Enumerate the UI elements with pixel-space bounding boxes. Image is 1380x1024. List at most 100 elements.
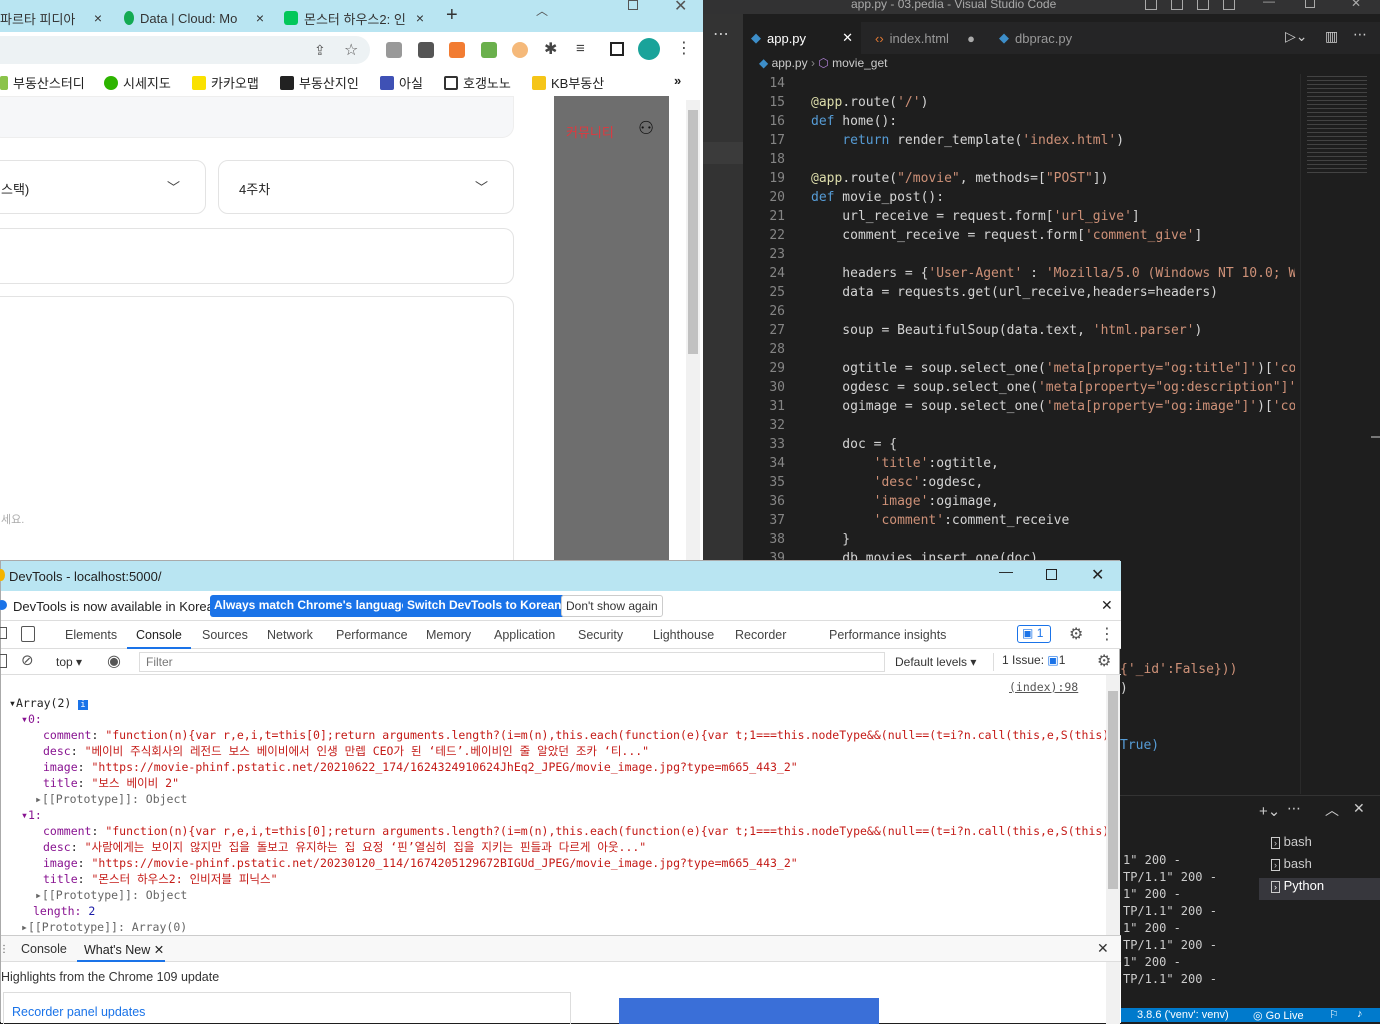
- minimap-slider[interactable]: [1371, 436, 1380, 438]
- tab-performance[interactable]: Performance: [336, 628, 408, 642]
- inspect-element-icon[interactable]: [0, 627, 7, 639]
- prototype-expander[interactable]: ▸[[Prototype]]: Object: [35, 887, 187, 903]
- bookmark-item[interactable]: 카카오맵: [192, 73, 259, 92]
- run-icon[interactable]: ▷⌄: [1285, 28, 1308, 45]
- drawer-tab-whats-new[interactable]: What's New ✕: [84, 942, 164, 957]
- tab-spartapedia[interactable]: 파르타 피디아 ×: [0, 4, 108, 32]
- close-drawer-icon[interactable]: ✕: [1097, 940, 1109, 957]
- code-line[interactable]: 25 data = requests.get(url_receive,heade…: [743, 283, 1295, 302]
- title-input[interactable]: [0, 228, 514, 284]
- more-options-icon[interactable]: ⋮: [1099, 624, 1115, 644]
- clear-console-icon[interactable]: ⊘: [21, 651, 34, 669]
- close-window-icon[interactable]: ✕: [1091, 565, 1104, 585]
- console-filter-input[interactable]: Filter: [139, 652, 885, 672]
- profile-avatar[interactable]: [638, 38, 660, 60]
- switch-to-korean-button[interactable]: Switch DevTools to Korean: [403, 595, 566, 617]
- code-line[interactable]: 30 ogdesc = soup.select_one('meta[proper…: [743, 378, 1295, 397]
- side-panel-icon[interactable]: [610, 42, 624, 56]
- scrollbar-thumb[interactable]: [1108, 691, 1118, 889]
- more-actions-icon[interactable]: ⋯: [713, 24, 729, 44]
- extension-icon[interactable]: [449, 42, 465, 58]
- tab-dbprac-py[interactable]: ◆ dbprac.py: [991, 22, 1101, 54]
- more-actions-icon[interactable]: ⋯: [1353, 26, 1367, 43]
- bookmark-item[interactable]: 호갱노노: [444, 73, 511, 92]
- new-terminal-icon[interactable]: +⌄: [1259, 802, 1280, 820]
- source-location-link[interactable]: (index):98: [1009, 679, 1078, 695]
- code-line[interactable]: 28: [743, 340, 1295, 359]
- tab-memory[interactable]: Memory: [426, 628, 471, 642]
- layout-toggle-icon[interactable]: [1197, 0, 1209, 10]
- layout-customize-icon[interactable]: [1223, 0, 1235, 10]
- code-line[interactable]: 18: [743, 150, 1295, 169]
- tab-index-html[interactable]: ‹› index.html ●: [867, 22, 985, 54]
- object-expander[interactable]: ▾0:: [21, 711, 42, 727]
- media-playlist-icon[interactable]: ≡: [576, 40, 585, 57]
- feature-link[interactable]: Recorder panel updates: [12, 1005, 145, 1019]
- user-icon[interactable]: ⚇: [638, 118, 654, 139]
- maximize-icon[interactable]: [628, 0, 638, 10]
- bookmark-item[interactable]: 아실: [380, 73, 423, 92]
- tab-recorder[interactable]: Recorder: [735, 628, 786, 642]
- prototype-expander[interactable]: ▸[[Prototype]]: Object: [35, 791, 187, 807]
- bookmarks-overflow-button[interactable]: »: [674, 73, 681, 88]
- console-settings-gear-icon[interactable]: ⚙: [1097, 651, 1111, 671]
- extension-icon[interactable]: [481, 42, 497, 58]
- tab-application[interactable]: Application: [494, 628, 555, 642]
- code-line[interactable]: 22 comment_receive = request.form['comme…: [743, 226, 1295, 245]
- tab-performance-insights[interactable]: Performance insights: [829, 628, 946, 642]
- category-select[interactable]: 스택) ﹀: [0, 160, 206, 214]
- code-line[interactable]: 38 }: [743, 530, 1295, 549]
- week-select[interactable]: 4주차 ﹀: [218, 160, 514, 214]
- tab-close-button[interactable]: ×: [416, 10, 424, 26]
- maximize-icon[interactable]: [1046, 569, 1057, 580]
- tab-search-chevron-icon[interactable]: ︿: [536, 2, 548, 19]
- tab-console[interactable]: Console: [136, 628, 182, 642]
- code-line[interactable]: 32: [743, 416, 1295, 435]
- tab-close-icon[interactable]: ✕: [842, 30, 853, 46]
- scrollbar-thumb[interactable]: [688, 110, 698, 354]
- drawer-scrollbar[interactable]: [1106, 962, 1120, 1024]
- object-expander[interactable]: ▾1:: [21, 807, 42, 823]
- tab-network[interactable]: Network: [267, 628, 313, 642]
- tab-lighthouse[interactable]: Lighthouse: [653, 628, 714, 642]
- tab-monster-house[interactable]: 몬스터 하우스2: 인 ×: [276, 4, 430, 32]
- code-line[interactable]: 14: [743, 74, 1295, 93]
- console-scrollbar[interactable]: [1106, 675, 1120, 935]
- console-output[interactable]: (index):98 ▾Array(2) i ▾0: comment: "fun…: [1, 675, 1106, 935]
- drawer-menu-icon[interactable]: ⋮: [0, 944, 9, 955]
- code-line[interactable]: 31 ogimage = soup.select_one('meta[prope…: [743, 397, 1295, 416]
- code-line[interactable]: 37 'comment':comment_receive: [743, 511, 1295, 530]
- code-editor[interactable]: 14 15 @app.route('/') 16 def home(): 17 retur…: [743, 74, 1295, 560]
- extensions-puzzle-icon[interactable]: ✱: [544, 39, 557, 59]
- code-line[interactable]: 33 doc = {: [743, 435, 1295, 454]
- tab-mongodb-cloud[interactable]: Data | Cloud: Mo ×: [114, 4, 270, 32]
- tab-close-button[interactable]: ×: [94, 10, 102, 26]
- page-scrollbar[interactable]: [686, 100, 700, 560]
- code-line[interactable]: 20 def movie_post():: [743, 188, 1295, 207]
- split-editor-icon[interactable]: ▥: [1325, 28, 1338, 45]
- minimize-icon[interactable]: —: [999, 563, 1013, 579]
- tab-sources[interactable]: Sources: [202, 628, 248, 642]
- go-live-button[interactable]: ◎ Go Live: [1253, 1009, 1304, 1022]
- code-line[interactable]: 21 url_receive = request.form['url_give'…: [743, 207, 1295, 226]
- layout-toggle-icon[interactable]: [1171, 0, 1183, 10]
- issues-counter-button[interactable]: 1 Issue: ▣1: [993, 653, 1075, 671]
- dont-show-again-button[interactable]: Don't show again: [561, 595, 663, 617]
- issues-badge[interactable]: ▣ 1: [1017, 625, 1051, 643]
- log-levels-dropdown[interactable]: Default levels ▾: [895, 655, 976, 669]
- python-interpreter-status[interactable]: 3.8.6 ('venv': venv): [1137, 1009, 1229, 1021]
- code-line[interactable]: 24 headers = {'User-Agent' : 'Mozilla/5.…: [743, 264, 1295, 283]
- extension-icon[interactable]: [512, 42, 528, 58]
- more-actions-icon[interactable]: ⋯: [1287, 800, 1301, 817]
- bookmark-item[interactable]: 시세지도: [104, 73, 171, 92]
- prototype-expander[interactable]: ▸[[Prototype]]: Array(0): [21, 919, 187, 935]
- context-selector[interactable]: top ▾: [56, 655, 82, 669]
- nav-community-link[interactable]: 커뮤니티: [566, 122, 614, 141]
- tab-security[interactable]: Security: [578, 628, 623, 642]
- code-line[interactable]: 17 return render_template('index.html'): [743, 131, 1295, 150]
- code-line[interactable]: 23: [743, 245, 1295, 264]
- chrome-menu-icon[interactable]: ⋮: [676, 38, 692, 58]
- code-line[interactable]: 35 'desc':ogdesc,: [743, 473, 1295, 492]
- share-icon[interactable]: ⇪: [314, 42, 326, 59]
- code-line[interactable]: 15 @app.route('/'): [743, 93, 1295, 112]
